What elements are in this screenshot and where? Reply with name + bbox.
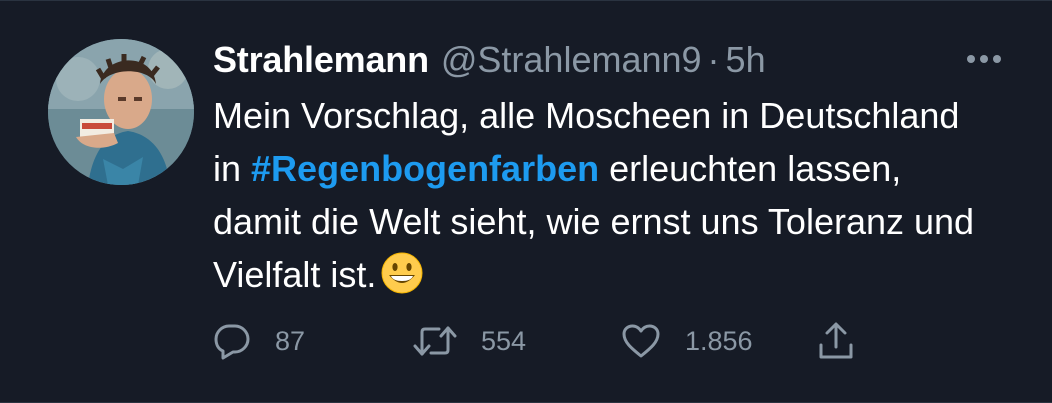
more-options-icon[interactable]: [964, 41, 1004, 77]
share-button[interactable]: [817, 321, 855, 361]
like-button[interactable]: 1.856: [621, 323, 817, 359]
tweet-header: Strahlemann @Strahlemann9 · 5h: [213, 37, 1012, 83]
display-name[interactable]: Strahlemann: [213, 37, 429, 83]
reply-count: 87: [275, 325, 306, 356]
reply-icon: [213, 322, 251, 360]
heart-icon: [621, 323, 661, 359]
hashtag-link[interactable]: #Regenbogenfarben: [251, 148, 599, 189]
retweet-count: 554: [481, 325, 527, 356]
reply-button[interactable]: 87: [213, 322, 413, 360]
tweet-actions: 87 554 1.856: [213, 321, 855, 361]
avatar[interactable]: [48, 39, 194, 185]
tweet-text: Mein Vorschlag, alle Moscheen in Deutsch…: [213, 89, 993, 301]
retweet-icon: [413, 322, 457, 360]
like-count: 1.856: [685, 325, 753, 356]
share-icon: [817, 321, 855, 361]
retweet-button[interactable]: 554: [413, 322, 621, 360]
tweet-content: Strahlemann @Strahlemann9 · 5h Mein Vors…: [213, 37, 1012, 301]
separator-dot: ·: [707, 39, 720, 80]
user-handle[interactable]: @Strahlemann9: [441, 37, 702, 83]
grinning-face-icon: [380, 251, 424, 295]
timestamp[interactable]: 5h: [726, 37, 766, 83]
tweet-card[interactable]: Strahlemann @Strahlemann9 · 5h Mein Vors…: [0, 0, 1052, 403]
